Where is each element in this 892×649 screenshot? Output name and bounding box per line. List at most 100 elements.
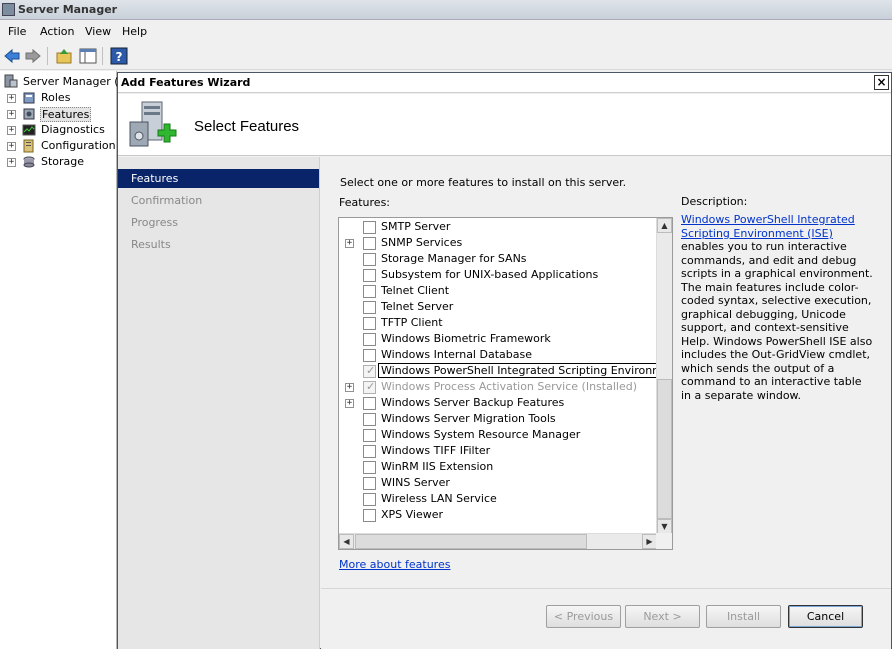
add-features-icon (129, 101, 177, 147)
scroll-down-icon[interactable]: ▼ (657, 519, 672, 534)
scroll-up-icon[interactable]: ▲ (657, 218, 672, 233)
horizontal-scrollbar[interactable]: ◀ ▶ (339, 533, 657, 549)
help-icon[interactable]: ? (110, 47, 128, 65)
feature-checkbox[interactable] (363, 333, 376, 346)
feature-checkbox[interactable] (363, 413, 376, 426)
feature-checkbox[interactable] (363, 237, 376, 250)
feature-label: SNMP Services (381, 236, 463, 249)
feature-label: SMTP Server (381, 220, 451, 233)
expand-icon[interactable]: + (345, 399, 354, 408)
hscroll-thumb[interactable] (355, 534, 587, 549)
menu-action[interactable]: Action (40, 25, 74, 38)
expand-icon[interactable]: + (7, 94, 16, 103)
server-manager-icon (4, 74, 18, 88)
description-body: enables you to run interactive commands,… (681, 240, 873, 402)
feature-row[interactable]: + Windows Server Backup Features (339, 395, 657, 411)
feature-row[interactable]: + SNMP Services (339, 235, 657, 251)
scroll-thumb[interactable] (657, 379, 672, 519)
toolbar: ? (0, 43, 892, 70)
show-hide-console-tree-icon[interactable] (79, 47, 97, 65)
feature-checkbox[interactable] (363, 285, 376, 298)
feature-row[interactable]: Windows Server Migration Tools (339, 411, 657, 427)
feature-label: TFTP Client (381, 316, 443, 329)
feature-checkbox[interactable] (363, 397, 376, 410)
feature-row[interactable]: Telnet Client (339, 283, 657, 299)
expand-icon[interactable]: + (345, 383, 354, 392)
feature-row[interactable]: Windows Biometric Framework (339, 331, 657, 347)
expand-icon[interactable]: + (345, 239, 354, 248)
tree-item-label: Configuration (41, 139, 116, 152)
feature-row[interactable]: XPS Viewer (339, 507, 657, 523)
feature-row[interactable]: Telnet Server (339, 299, 657, 315)
scroll-left-icon[interactable]: ◀ (339, 534, 354, 549)
features-icon (23, 108, 35, 120)
tree-item-label: Storage (41, 155, 85, 168)
expand-icon[interactable]: + (7, 110, 16, 119)
feature-label: Windows Internal Database (381, 348, 532, 361)
feature-checkbox[interactable] (363, 509, 376, 522)
feature-label: Windows Server Migration Tools (381, 412, 556, 425)
forward-icon[interactable] (24, 47, 42, 65)
feature-label: Windows PowerShell Integrated Scripting … (378, 363, 672, 378)
feature-checkbox[interactable] (363, 349, 376, 362)
feature-row[interactable]: Windows Internal Database (339, 347, 657, 363)
feature-row[interactable]: Wireless LAN Service (339, 491, 657, 507)
expand-icon[interactable]: + (7, 142, 16, 151)
feature-checkbox[interactable] (363, 269, 376, 282)
menu-view[interactable]: View (85, 25, 111, 38)
feature-checkbox[interactable] (363, 301, 376, 314)
cancel-button[interactable]: Cancel (788, 605, 863, 628)
feature-checkbox[interactable] (363, 493, 376, 506)
feature-checkbox[interactable] (363, 429, 376, 442)
feature-row[interactable]: + ✓ Windows Process Activation Service (In… (339, 379, 657, 395)
feature-row[interactable]: ✓ Windows PowerShell Integrated Scripting… (339, 363, 672, 379)
feature-checkbox[interactable] (363, 477, 376, 490)
feature-checkbox[interactable] (363, 253, 376, 266)
menu-file[interactable]: File (8, 25, 26, 38)
vertical-scrollbar[interactable]: ▲ ▼ (656, 218, 672, 534)
step-progress: Progress (131, 216, 178, 229)
add-features-wizard-dialog: Add Features Wizard × Select Features Fe… (117, 72, 892, 649)
step-features[interactable]: Features (118, 169, 319, 188)
features-list[interactable]: SMTP Server + SNMP Services Storage Manager… (338, 217, 673, 550)
feature-row[interactable]: WINS Server (339, 475, 657, 491)
feature-row[interactable]: Windows System Resource Manager (339, 427, 657, 443)
feature-row[interactable]: SMTP Server (339, 219, 657, 235)
feature-checkbox: ✓ (363, 364, 376, 378)
feature-row[interactable]: TFTP Client (339, 315, 657, 331)
wizard-steps-nav: Features Confirmation Progress Results (118, 157, 320, 649)
footer-divider (321, 588, 891, 589)
install-button[interactable]: Install (706, 605, 781, 628)
instruction-text: Select one or more features to install o… (340, 176, 627, 189)
feature-row[interactable]: Windows TIFF IFilter (339, 443, 657, 459)
check-icon: ✓ (366, 380, 376, 393)
feature-label: Windows TIFF IFilter (381, 444, 491, 457)
toolbar-separator (102, 47, 103, 65)
description-feature-link[interactable]: Windows PowerShell Integrated Scripting … (681, 213, 855, 240)
wizard-header: Select Features (118, 94, 891, 156)
wizard-title: Add Features Wizard (121, 76, 251, 89)
features-label: Features: (339, 196, 391, 209)
scroll-right-icon[interactable]: ▶ (642, 534, 657, 549)
wizard-titlebar: Add Features Wizard × (118, 73, 891, 93)
page-heading: Select Features (194, 118, 300, 135)
feature-checkbox[interactable] (363, 317, 376, 330)
svg-text:?: ? (116, 50, 123, 64)
close-icon[interactable]: × (874, 75, 889, 90)
expand-icon[interactable]: + (7, 158, 16, 167)
next-button[interactable]: Next > (625, 605, 700, 628)
menu-help[interactable]: Help (122, 25, 147, 38)
feature-checkbox[interactable] (363, 461, 376, 474)
feature-row[interactable]: Subsystem for UNIX-based Applications (339, 267, 657, 283)
feature-label: Telnet Client (381, 284, 450, 297)
feature-checkbox[interactable] (363, 445, 376, 458)
more-about-features-link[interactable]: More about features (339, 558, 450, 571)
back-icon[interactable] (3, 47, 21, 65)
feature-row[interactable]: Storage Manager for SANs (339, 251, 657, 267)
roles-icon (23, 92, 35, 104)
up-folder-icon[interactable] (55, 47, 73, 65)
expand-icon[interactable]: + (7, 126, 16, 135)
feature-checkbox[interactable] (363, 221, 376, 234)
feature-row[interactable]: WinRM IIS Extension (339, 459, 657, 475)
previous-button[interactable]: < Previous (546, 605, 621, 628)
